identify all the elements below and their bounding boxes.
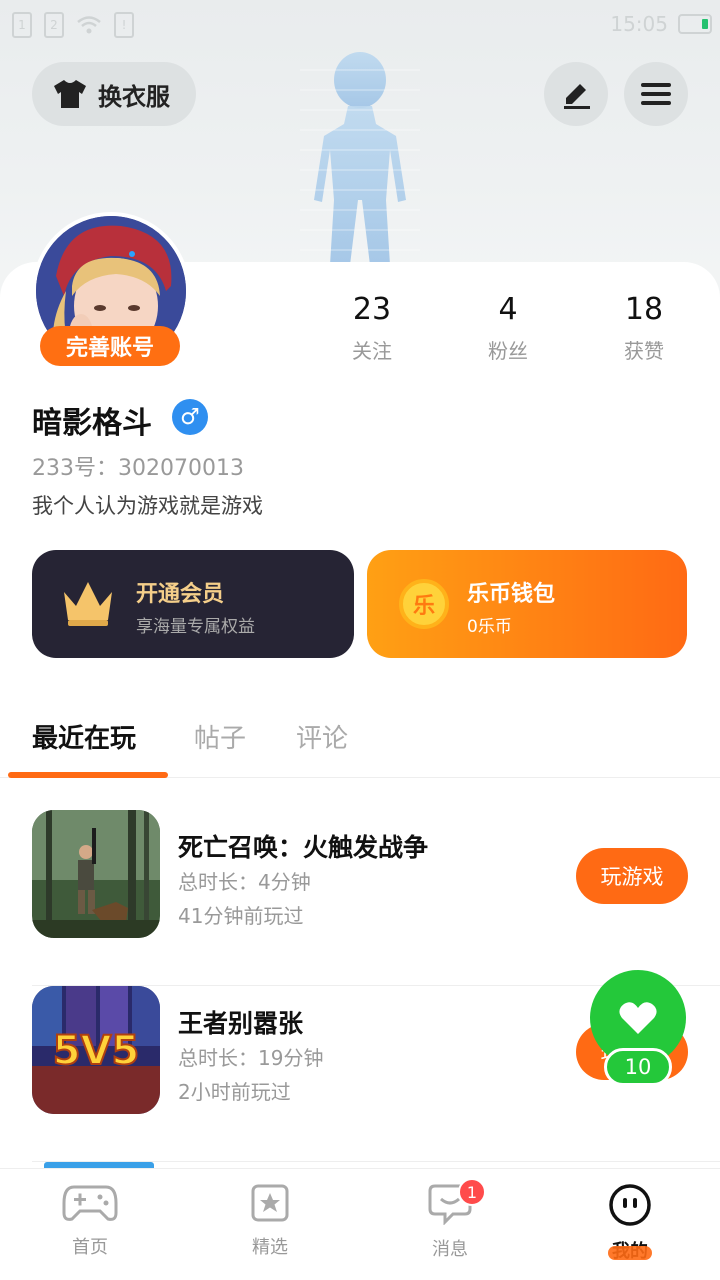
crown-icon (64, 582, 112, 626)
star-bookmark-icon (251, 1184, 289, 1222)
notification-alert-icon: ! (114, 12, 134, 38)
wallet-title: 乐币钱包 (467, 582, 556, 607)
like-float-count: 10 (604, 1048, 672, 1086)
game-1-icon (32, 810, 160, 938)
game-2-icon: 5V5 (32, 986, 160, 1114)
game-1-duration: 总时长：4分钟 (178, 870, 311, 894)
stat-likes[interactable]: 18 获赞 (584, 292, 704, 364)
tab-recently-played[interactable]: 最近在玩 (32, 718, 136, 755)
tab-comments[interactable]: 评论 (296, 718, 348, 755)
sim1-icon: 1 (12, 12, 32, 38)
game-1-last-played: 41分钟前玩过 (178, 904, 304, 928)
svg-text:5V5: 5V5 (53, 1028, 140, 1074)
followers-count: 4 (498, 292, 518, 327)
wallet-balance: 0乐币 (467, 617, 512, 637)
nickname: 暗影格斗 (32, 406, 152, 441)
tab-posts[interactable]: 帖子 (194, 718, 246, 755)
coin-wallet-card[interactable]: 乐 乐币钱包 0乐币 (367, 550, 687, 658)
game-2-name: 王者别嚣张 (178, 1009, 304, 1038)
user-id[interactable]: 233号：302070013 (32, 450, 244, 482)
game-1-name: 死亡召唤：火触发战争 (178, 833, 429, 862)
complete-account-button[interactable]: 完善账号 (40, 326, 180, 366)
gamepad-icon (62, 1185, 118, 1221)
stat-following[interactable]: 23 关注 (312, 292, 432, 364)
nav-featured[interactable]: 精选 (210, 1183, 330, 1259)
game-2-last-played: 2小时前玩过 (178, 1080, 291, 1104)
tshirt-icon (54, 80, 86, 108)
likes-count: 18 (624, 292, 664, 327)
vip-subtitle: 享海量专属权益 (136, 617, 255, 637)
bottom-navigation: 首页 精选 消息 我的 (0, 1168, 720, 1280)
following-label: 关注 (352, 339, 392, 363)
nav-featured-label: 精选 (252, 1237, 288, 1258)
hamburger-menu-icon (641, 83, 671, 105)
status-bar: 1 2 ! 15:05 (0, 0, 720, 50)
change-outfit-button[interactable]: 换衣服 (32, 62, 196, 126)
sim2-icon: 2 (44, 12, 64, 38)
wifi-icon (77, 16, 101, 34)
stat-followers[interactable]: 4 粉丝 (448, 292, 568, 364)
likes-label: 获赞 (624, 339, 664, 363)
vip-membership-card[interactable]: 开通会员 享海量专属权益 (32, 550, 354, 658)
nav-home-label: 首页 (72, 1237, 108, 1258)
followers-label: 粉丝 (488, 339, 528, 363)
bio: 我个人认为游戏就是游戏 (32, 494, 263, 518)
nav-messages[interactable]: 消息 (390, 1183, 510, 1261)
vip-title: 开通会员 (136, 582, 225, 607)
avatar-hologram-figure (300, 52, 420, 265)
nav-active-indicator (608, 1246, 652, 1260)
smiley-face-icon (609, 1184, 651, 1226)
messages-unread-badge: 1 (458, 1178, 486, 1206)
following-count: 23 (352, 292, 392, 327)
active-tab-indicator (8, 772, 168, 778)
nav-home[interactable]: 首页 (30, 1183, 150, 1259)
nav-messages-label: 消息 (432, 1239, 468, 1260)
clock: 15:05 (610, 12, 668, 36)
male-gender-icon: ♂ (172, 399, 208, 435)
heart-icon (619, 1002, 657, 1034)
list-item-game-1[interactable]: 死亡召唤：火触发战争 总时长：4分钟 41分钟前玩过 玩游戏 (32, 810, 720, 986)
coin-icon: 乐 (399, 579, 449, 629)
profile-tabs: 最近在玩 帖子 评论 (0, 700, 720, 778)
game-2-duration: 总时长：19分钟 (178, 1046, 324, 1070)
game-1-play-button[interactable]: 玩游戏 (576, 848, 688, 904)
battery-icon (678, 14, 712, 34)
change-outfit-label: 换衣服 (98, 82, 170, 111)
edit-profile-button[interactable] (544, 62, 608, 126)
pencil-icon (564, 84, 590, 109)
menu-button[interactable] (624, 62, 688, 126)
